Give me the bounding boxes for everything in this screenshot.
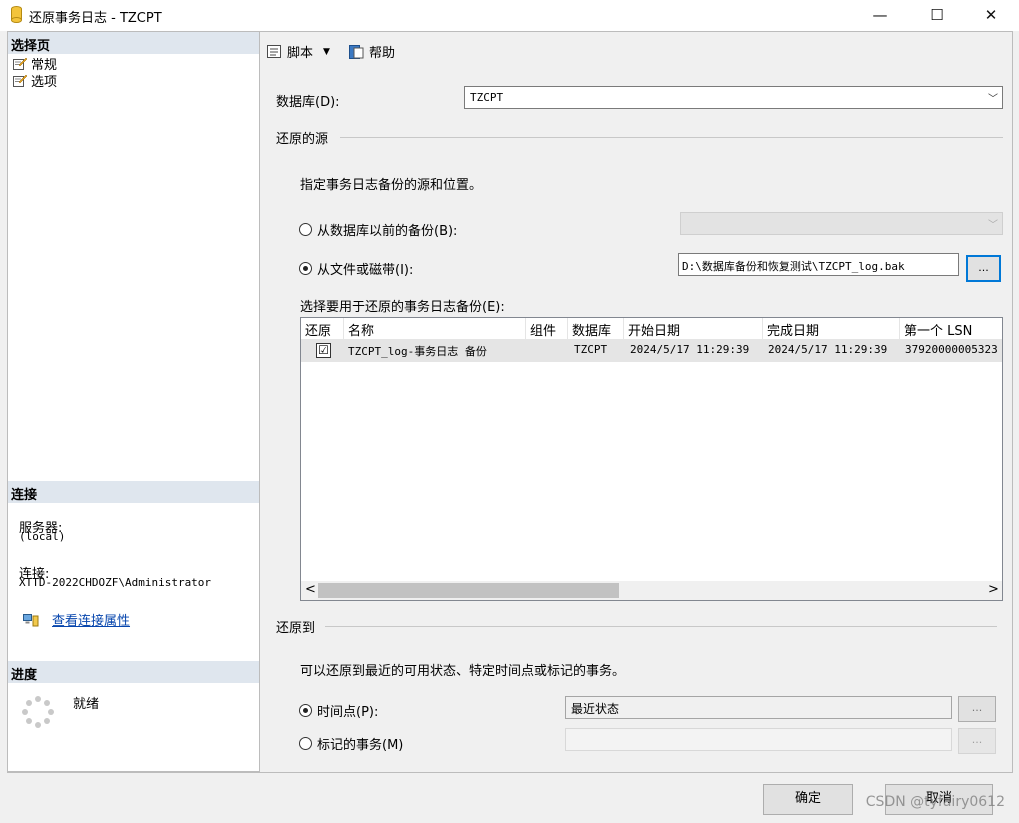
from-file-or-tape-radio[interactable]: 从文件或磁带(I): — [299, 259, 413, 278]
help-icon — [349, 44, 364, 59]
window-title: 还原事务日志 - TZCPT — [29, 11, 162, 26]
chevron-down-icon[interactable]: ▼ — [323, 47, 330, 57]
script-icon — [267, 44, 281, 58]
progress-spinner-icon — [22, 696, 54, 728]
close-button[interactable]: ✕ — [968, 0, 1014, 31]
finish-date-cell: 2024/5/17 11:29:39 — [768, 343, 888, 356]
point-in-time-radio[interactable]: 时间点(P): — [299, 701, 378, 720]
progress-header: 进度 — [8, 661, 259, 683]
database-label: 数据库(D): — [276, 95, 340, 110]
script-button[interactable]: 脚本 ▼ — [267, 42, 330, 61]
connection-header: 连接 — [8, 481, 259, 503]
select-page-header: 选择页 — [8, 32, 259, 54]
page-item-options[interactable]: 选项 — [13, 72, 58, 90]
point-in-time-value: 最近状态 — [571, 702, 620, 716]
page-icon — [13, 57, 27, 70]
radio-circle — [299, 223, 312, 236]
column-header[interactable]: 完成日期 — [763, 318, 900, 339]
database-cell: TZCPT — [574, 343, 608, 356]
ok-button[interactable]: 确定 — [763, 784, 853, 815]
script-label: 脚本 — [287, 46, 314, 61]
point-in-time-field[interactable]: 最近状态 — [565, 696, 952, 719]
radio-circle — [299, 704, 312, 717]
column-header[interactable]: 开始日期 — [624, 318, 763, 339]
help-button[interactable]: 帮助 — [349, 42, 395, 61]
restore-source-group-label: 还原的源 — [276, 132, 329, 147]
column-header[interactable]: 数据库 — [568, 318, 624, 339]
column-header[interactable]: 组件 — [526, 318, 568, 339]
page-icon — [13, 74, 27, 87]
scrollbar-thumb[interactable] — [318, 583, 619, 598]
chevron-down-icon: ﹀ — [988, 220, 998, 231]
scroll-left-icon[interactable]: < — [305, 582, 316, 597]
help-label: 帮助 — [369, 46, 396, 61]
restore-to-description: 可以还原到最近的可用状态、特定时间点或标记的事务。 — [300, 664, 626, 679]
marked-transaction-label: 标记的事务(M) — [317, 738, 404, 753]
server-value: (local) — [19, 530, 66, 543]
point-in-time-browse-button[interactable]: ... — [958, 696, 996, 722]
column-header[interactable]: 第一个 LSN — [900, 318, 1002, 339]
horizontal-scrollbar[interactable]: < > — [301, 581, 1002, 600]
chevron-down-icon: ﹀ — [988, 94, 998, 105]
start-date-cell: 2024/5/17 11:29:39 — [630, 343, 750, 356]
backup-grid[interactable]: 还原 名称 组件 数据库 开始日期 完成日期 第一个 LSN ☑ TZCPT_l… — [300, 317, 1003, 601]
page-item-label: 选项 — [31, 74, 58, 90]
backup-name-cell: TZCPT_log-事务日志 备份 — [348, 345, 487, 358]
database-combobox[interactable]: TZCPT ﹀ — [464, 86, 1003, 109]
previous-backup-combobox[interactable]: ﹀ — [680, 212, 1003, 235]
maximize-button[interactable]: ☐ — [914, 0, 960, 31]
progress-status: 就绪 — [73, 697, 100, 712]
from-file-or-tape-label: 从文件或磁带(I): — [317, 263, 414, 278]
radio-circle — [299, 262, 312, 275]
marked-transaction-radio[interactable]: 标记的事务(M) — [299, 734, 403, 753]
column-header[interactable]: 还原 — [301, 318, 344, 339]
connection-value: XTTD-2022CHDOZF\Administrator — [19, 576, 212, 589]
first-lsn-cell: 37920000005323 — [905, 343, 998, 356]
point-in-time-label: 时间点(P): — [317, 705, 379, 720]
database-value: TZCPT — [470, 91, 504, 104]
page-item-general[interactable]: 常规 — [13, 55, 57, 73]
bottom-bar — [7, 772, 1013, 823]
restore-checkbox[interactable]: ☑ — [316, 343, 331, 358]
radio-circle — [299, 737, 312, 750]
backup-file-path: D:\数据库备份和恢复测试\TZCPT_log.bak — [682, 260, 905, 273]
restore-source-description: 指定事务日志备份的源和位置。 — [300, 178, 483, 193]
marked-transaction-field[interactable] — [565, 728, 952, 751]
watermark: CSDN @tyfairy0612 — [865, 794, 1005, 810]
toolbar: 脚本 ▼ 帮助 — [260, 32, 1012, 70]
component-cell — [526, 339, 568, 362]
group-divider — [340, 137, 1003, 138]
group-divider — [325, 626, 997, 627]
minimize-button[interactable]: — — [857, 0, 903, 31]
connection-properties-icon — [23, 614, 39, 627]
left-panel: 选择页 常规 选项 连接 服务器: (local) 连接: XTTD-2022C… — [7, 31, 260, 772]
column-header[interactable]: 名称 — [344, 318, 526, 339]
from-previous-backup-label: 从数据库以前的备份(B): — [317, 224, 458, 239]
from-previous-backup-radio[interactable]: 从数据库以前的备份(B): — [299, 220, 457, 239]
view-connection-properties-link[interactable]: 查看连接属性 — [52, 610, 130, 629]
backup-file-path-field[interactable]: D:\数据库备份和恢复测试\TZCPT_log.bak — [678, 253, 959, 276]
table-row[interactable]: ☑ TZCPT_log-事务日志 备份 TZCPT 2024/5/17 11:2… — [301, 339, 1002, 362]
title-bar: 还原事务日志 - TZCPT — ☐ ✕ — [0, 0, 1019, 31]
restore-to-group-label: 还原到 — [276, 621, 316, 636]
marked-transaction-browse-button[interactable]: ... — [958, 728, 996, 754]
database-icon — [11, 6, 22, 23]
select-backup-label: 选择要用于还原的事务日志备份(E): — [300, 300, 505, 315]
browse-file-button[interactable]: ... — [966, 255, 1001, 282]
scroll-right-icon[interactable]: > — [988, 582, 999, 597]
